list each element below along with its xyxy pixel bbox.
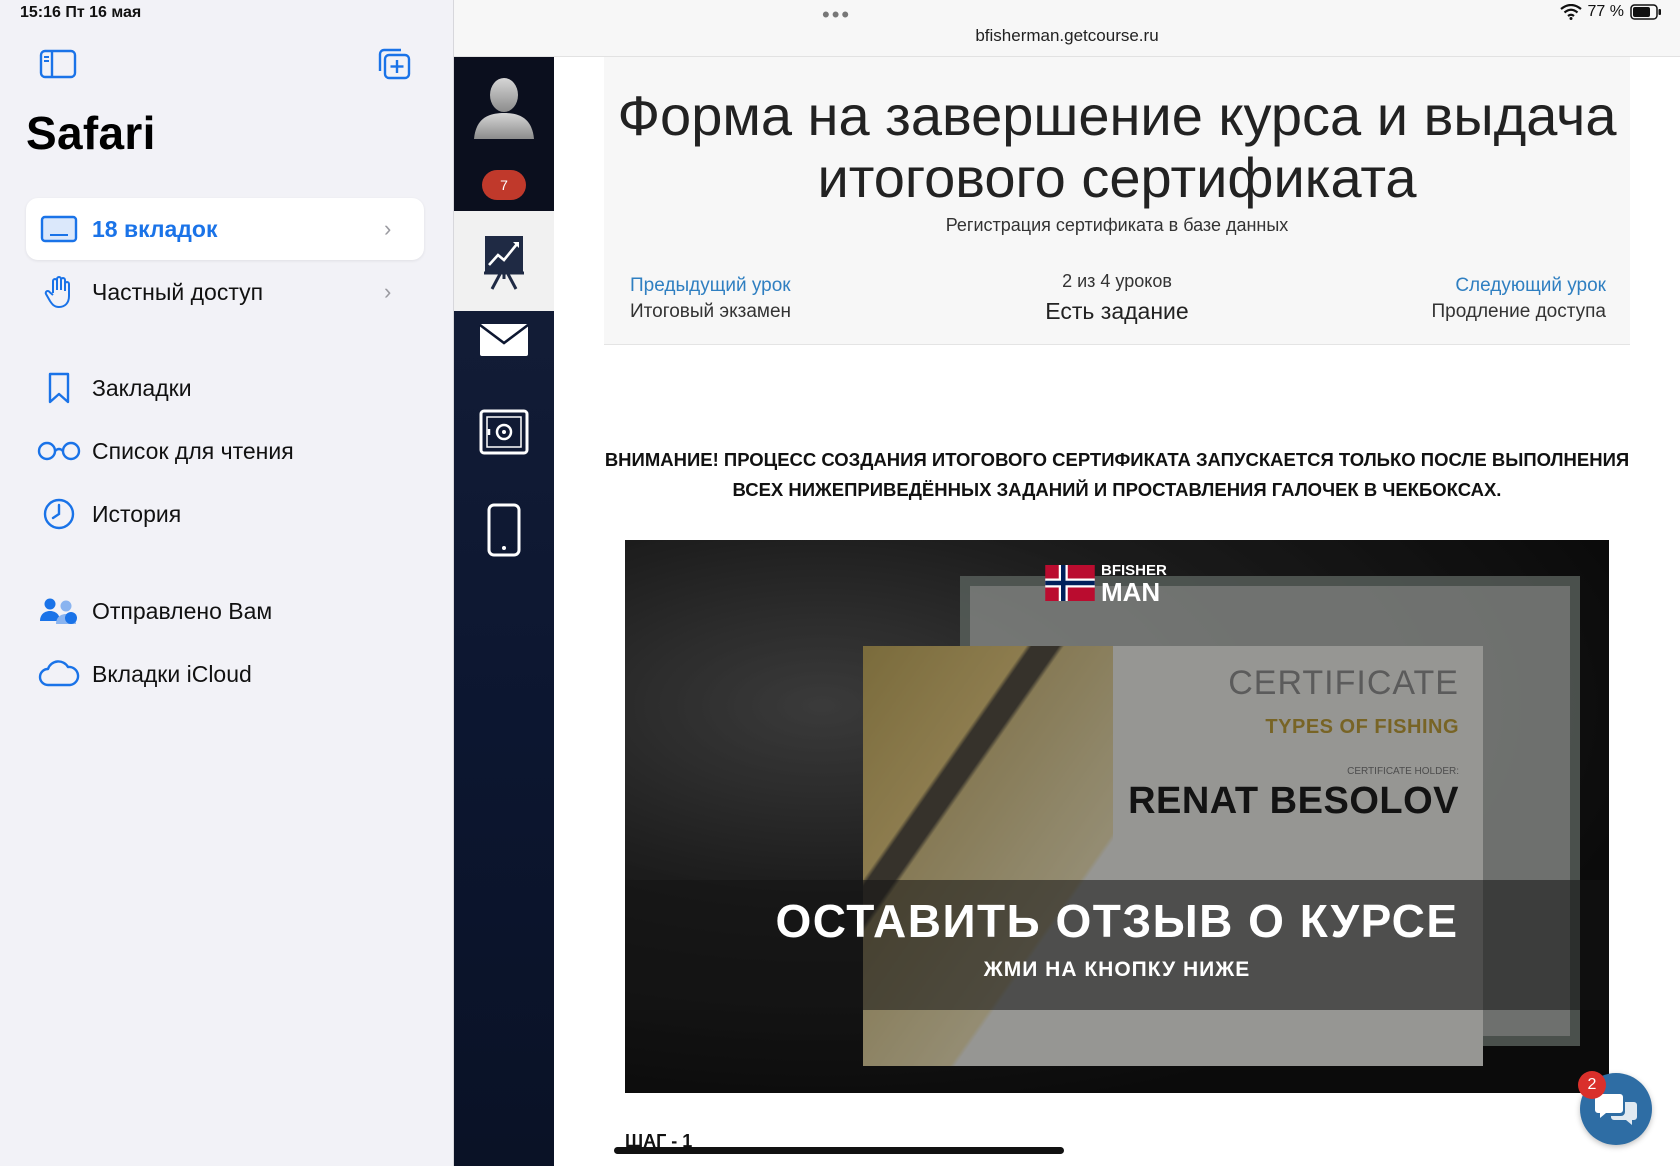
hand-icon: [44, 276, 70, 308]
sidebar-item-private[interactable]: Частный доступ ›: [26, 261, 424, 323]
cloud-icon: [38, 660, 80, 687]
status-time: 15:16 Пт 16 мая: [20, 4, 142, 21]
address-bar[interactable]: bfisherman.getcourse.ru: [454, 26, 1680, 46]
lesson-title: Форма на завершение курса и выдача итого…: [617, 84, 1617, 209]
chat-unread-badge: 2: [1578, 1071, 1606, 1099]
sidebar-item-history[interactable]: История: [26, 483, 424, 545]
banner-cta: ЖМИ НА КНОПКУ НИЖЕ: [983, 958, 1251, 981]
sidebar-item-icloud-tabs[interactable]: Вкладки iCloud: [26, 643, 424, 705]
home-indicator: [614, 1147, 1064, 1154]
banner-shade: [625, 540, 1609, 1093]
screen: 15:16 Пт 16 мая Safari 18 вкладок › Част…: [0, 0, 1680, 1166]
notification-badge: 7: [482, 170, 526, 200]
sidebar-item-label: Отправлено Вам: [92, 597, 273, 624]
lesson-page: Форма на завершение курса и выдача итого…: [554, 57, 1680, 1166]
sidebar-item-label: Частный доступ: [92, 278, 264, 305]
chevron-right-icon: ›: [384, 279, 392, 304]
sidebar-item-label: 18 вкладок: [92, 215, 218, 242]
sidebar-item-bookmarks[interactable]: Закладки: [26, 357, 424, 419]
new-tab-group-button[interactable]: [374, 46, 414, 82]
add-tab-icon: [378, 48, 411, 80]
sidebar-item-label: Вкладки iCloud: [92, 660, 252, 687]
status-right: 77 %: [1559, 3, 1662, 21]
rail-item-messages[interactable]: [454, 323, 554, 357]
chevron-right-icon: ›: [384, 216, 392, 241]
app-side-rail: 7: [454, 57, 554, 1166]
sidebar-item-reading-list[interactable]: Список для чтения: [26, 420, 424, 482]
wifi-icon: [1559, 4, 1582, 20]
window-menu-dots[interactable]: •••: [822, 2, 851, 28]
sidebar-item-shared[interactable]: Отправлено Вам: [26, 580, 424, 642]
sidebar-item-label: История: [92, 500, 182, 527]
bookmark-icon: [48, 372, 70, 404]
sidebar-icon: [39, 49, 77, 79]
safe-icon: [479, 409, 529, 455]
phone-icon: [487, 503, 521, 557]
sidebar-item-label: Закладки: [92, 374, 192, 401]
mail-icon: [479, 323, 529, 356]
bfisherman-logo: BFISHER MAN: [1045, 562, 1167, 607]
logo-bottom: MAN: [1101, 577, 1161, 607]
rail-item-training[interactable]: [454, 211, 554, 311]
clock-icon: [43, 498, 75, 530]
warning-text: ВНИМАНИЕ! ПРОЦЕСС СОЗДАНИЯ ИТОГОВОГО СЕР…: [604, 449, 1630, 500]
rail-item-mobile[interactable]: [454, 503, 554, 557]
chart-board-icon: [484, 236, 524, 290]
avatar-icon: [474, 78, 534, 139]
lesson-header: Форма на завершение курса и выдача итого…: [604, 57, 1630, 345]
tabs-icon: [40, 215, 78, 243]
battery-icon: [1630, 4, 1661, 20]
sidebar-item-label: Список для чтения: [92, 437, 294, 464]
next-lesson-link[interactable]: Следующий урок: [1432, 275, 1606, 297]
lesson-subtitle: Регистрация сертификата в базе данных: [945, 215, 1289, 235]
sidebar-toggle-button[interactable]: [38, 46, 78, 82]
profile-block[interactable]: 7: [454, 57, 554, 211]
norway-flag-icon: [1045, 565, 1095, 601]
rail-item-safe[interactable]: [454, 409, 554, 457]
sidebar-title: Safari: [26, 107, 156, 159]
next-lesson-name: Продление доступа: [1431, 301, 1607, 322]
next-lesson-nav: Следующий урок Продление доступа: [1432, 275, 1607, 323]
battery-percent: 77 %: [1587, 3, 1624, 20]
browser-toolbar: ••• bfisherman.getcourse.ru 77 %: [454, 0, 1680, 57]
safari-sidebar: 15:16 Пт 16 мая Safari 18 вкладок › Част…: [0, 0, 454, 1166]
banner-headline: ОСТАВИТЬ ОТЗЫВ О КУРСЕ: [775, 895, 1459, 947]
sidebar-item-tabs[interactable]: 18 вкладок ›: [26, 198, 424, 260]
glasses-icon: [37, 441, 81, 461]
shared-people-icon: [40, 598, 77, 624]
review-banner[interactable]: CERTIFICATE TYPES OF FISHING CERTIFICATE…: [625, 540, 1609, 1093]
